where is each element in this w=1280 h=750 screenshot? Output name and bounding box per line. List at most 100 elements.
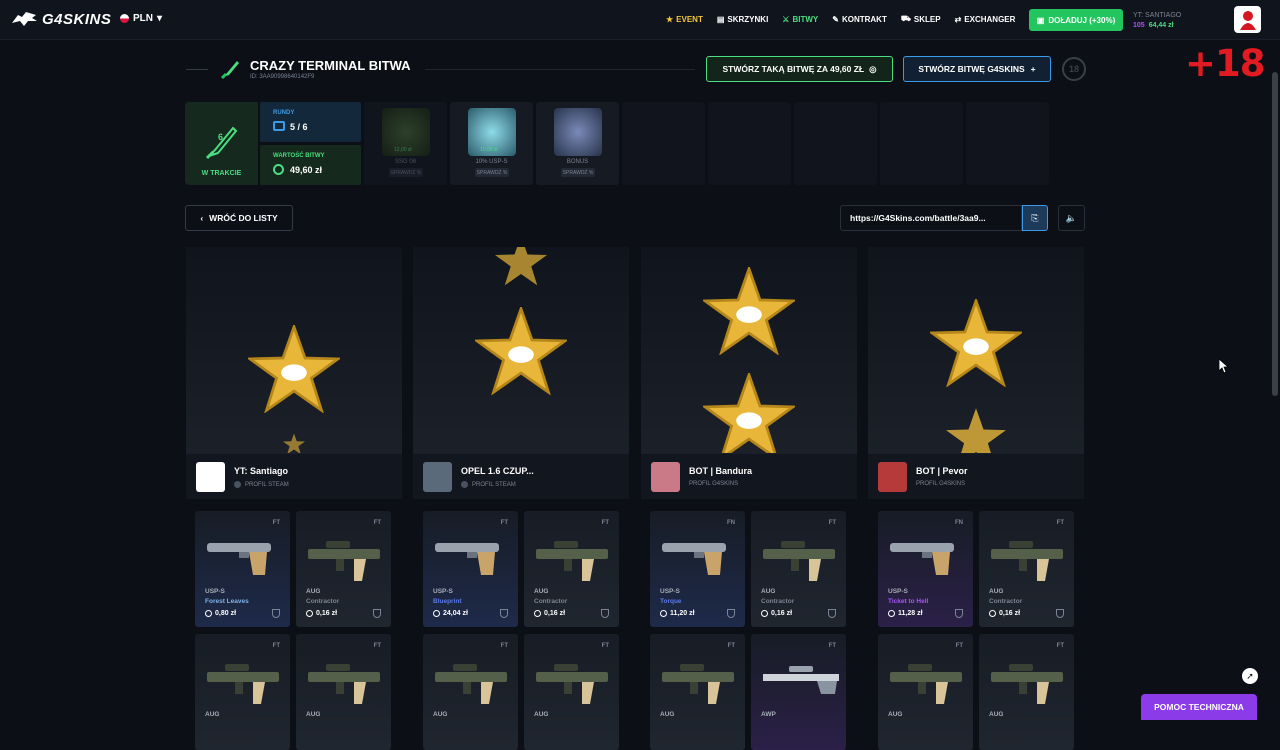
item-price-value: 11,20 zł	[670, 610, 695, 617]
rifle-icon	[890, 664, 962, 704]
item-card[interactable]: FT AUG	[296, 634, 391, 750]
back-to-list-button[interactable]: ‹ WRÓĆ DO LISTY	[185, 205, 293, 231]
player-name: BOT | Bandura	[689, 466, 753, 476]
player-source-label: PROFIL G4SKINS	[916, 481, 966, 487]
case-check-button[interactable]: SPRAWDŹ %	[475, 168, 509, 177]
star-drop-icon	[283, 433, 305, 453]
user-info[interactable]: YT: SANTIAGO 105 64,44 zł	[1133, 11, 1181, 31]
rocket-button[interactable]: ➚	[1242, 668, 1258, 684]
item-card[interactable]: FT AWP	[751, 634, 846, 750]
player-name: BOT | Pevor	[916, 466, 968, 476]
rifle-icon	[991, 541, 1063, 581]
nav-cases[interactable]: ▤ SKRZYNKI	[717, 14, 768, 24]
site-logo[interactable]: G4SKINS	[10, 9, 111, 29]
weapon-image	[888, 658, 964, 713]
item-card[interactable]: FT AUG Contractor 0,16 zł	[296, 511, 391, 627]
weapon-image	[306, 658, 382, 713]
currency-select[interactable]: PLN ▾	[120, 13, 162, 24]
item-card[interactable]: FT USP-S Blueprint 24,04 zł	[423, 511, 518, 627]
divider	[425, 69, 695, 70]
nav-exchanger-label: EXCHANGER	[964, 14, 1016, 24]
item-type: AUG	[306, 711, 321, 718]
shield-icon[interactable]	[1056, 609, 1064, 618]
item-card[interactable]: FN USP-S Ticket to Hell 11,28 zł	[878, 511, 973, 627]
shield-icon[interactable]	[272, 609, 280, 618]
item-price-value: 11,28 zł	[898, 610, 923, 617]
rocket-icon: ➚	[1246, 670, 1254, 681]
nav-exchanger[interactable]: ⇄ EXCHANGER	[955, 14, 1016, 24]
weapon-image	[989, 658, 1065, 713]
item-wear: FT	[1056, 520, 1064, 526]
nav-shop[interactable]: ⛟ SKLEP	[901, 14, 941, 24]
item-price: 0,16 zł	[306, 610, 337, 617]
copy-url-button[interactable]: ⎘	[1022, 205, 1048, 231]
item-card[interactable]: FT AUG	[650, 634, 745, 750]
grid-icon: ▤	[716, 14, 725, 24]
player-source-label: PROFIL STEAM	[472, 481, 516, 488]
item-wear: FN	[727, 520, 735, 526]
star-drop-icon	[495, 247, 547, 286]
shield-icon[interactable]	[955, 609, 963, 618]
pistol-icon	[662, 543, 726, 575]
page-scrollbar[interactable]	[1272, 72, 1278, 396]
player-avatar	[651, 462, 680, 492]
shield-icon[interactable]	[828, 609, 836, 618]
player-source: PROFIL G4SKINS	[916, 481, 965, 487]
sound-toggle-button[interactable]: 🔈	[1058, 205, 1085, 231]
case-card[interactable]: 10,00 zł 10% USP-S SPRAWDŹ %	[450, 102, 533, 185]
item-card[interactable]: FT AUG	[423, 634, 518, 750]
item-skin: Torque	[660, 598, 682, 605]
case-card[interactable]: BONUS SPRAWDŹ %	[536, 102, 619, 185]
item-skin: Contractor	[306, 598, 340, 605]
item-card[interactable]: FT AUG	[878, 634, 973, 750]
item-card[interactable]: FT AUG Contractor 0,16 zł	[979, 511, 1074, 627]
item-type: AUG	[761, 588, 776, 595]
nav-event[interactable]: ★ EVENT	[666, 14, 703, 24]
user-avatar[interactable]	[1234, 6, 1261, 33]
knife-icon	[220, 61, 239, 80]
item-card[interactable]: FT AUG	[195, 634, 290, 750]
player-card[interactable]: YT: Santiago PROFIL STEAM	[186, 453, 402, 499]
wolf-logo-icon	[12, 12, 37, 26]
create-same-battle-button[interactable]: STWÓRZ TAKĄ BITWĘ ZA 49,60 ZŁ ◎	[706, 56, 893, 82]
shield-icon[interactable]	[727, 609, 735, 618]
logo-text: G4SKINS	[42, 10, 112, 28]
nav-battles[interactable]: ⚔ BITWY	[782, 14, 818, 24]
item-card[interactable]: FT AUG Contractor 0,16 zł	[524, 511, 619, 627]
item-price: 24,04 zł	[433, 610, 468, 617]
shield-icon[interactable]	[601, 609, 609, 618]
nav-event-label: EVENT	[676, 14, 703, 24]
player-card[interactable]: BOT | Pevor PROFIL G4SKINS	[868, 453, 1084, 499]
item-type: AUG	[534, 711, 549, 718]
item-card[interactable]: FN USP-S Torque 11,20 zł	[650, 511, 745, 627]
rifle-icon	[207, 664, 279, 704]
steam-icon	[234, 481, 241, 488]
item-card[interactable]: FT USP-S Forest Leaves 0,80 zł	[195, 511, 290, 627]
case-check-button[interactable]: SPRAWDŹ %	[389, 168, 423, 177]
nav-contract[interactable]: ✎ KONTRAKT	[832, 14, 887, 24]
nav-battles-label: BITWY	[792, 14, 819, 24]
item-type: AWP	[761, 711, 776, 718]
item-wear: FT	[272, 520, 280, 526]
item-card[interactable]: FT AUG Contractor 0,16 zł	[751, 511, 846, 627]
deposit-label: DOŁADUJ (+30%)	[1048, 15, 1116, 25]
player-card[interactable]: BOT | Bandura PROFIL G4SKINS	[641, 453, 857, 499]
battle-id: ID: 3AA90998640142F9	[250, 74, 315, 80]
player-reel	[413, 247, 629, 453]
item-card[interactable]: FT AUG	[979, 634, 1074, 750]
battle-url-field[interactable]: https://G4Skins.com/battle/3aa9...	[840, 205, 1022, 231]
star-drop-icon	[703, 373, 795, 453]
create-g4skins-battle-button[interactable]: STWÓRZ BITWĘ G4SKINS +	[903, 56, 1051, 82]
tech-support-button[interactable]: POMOC TECHNICZNA	[1141, 694, 1257, 720]
speaker-icon: 🔈	[1065, 212, 1078, 223]
player-name: OPEL 1.6 CZUP...	[461, 466, 534, 476]
case-name: SSG 08	[394, 159, 416, 165]
chevron-left-icon: ‹	[200, 213, 204, 223]
case-check-button[interactable]: SPRAWDŹ %	[561, 168, 595, 177]
shield-icon[interactable]	[500, 609, 508, 618]
deposit-button[interactable]: ▣ DOŁADUJ (+30%)	[1029, 9, 1123, 31]
shield-icon[interactable]	[373, 609, 381, 618]
player-card[interactable]: OPEL 1.6 CZUP... PROFIL STEAM	[413, 453, 629, 499]
item-card[interactable]: FT AUG	[524, 634, 619, 750]
case-card[interactable]: 12,00 zł SSG 08 SPRAWDŹ %	[364, 102, 447, 185]
